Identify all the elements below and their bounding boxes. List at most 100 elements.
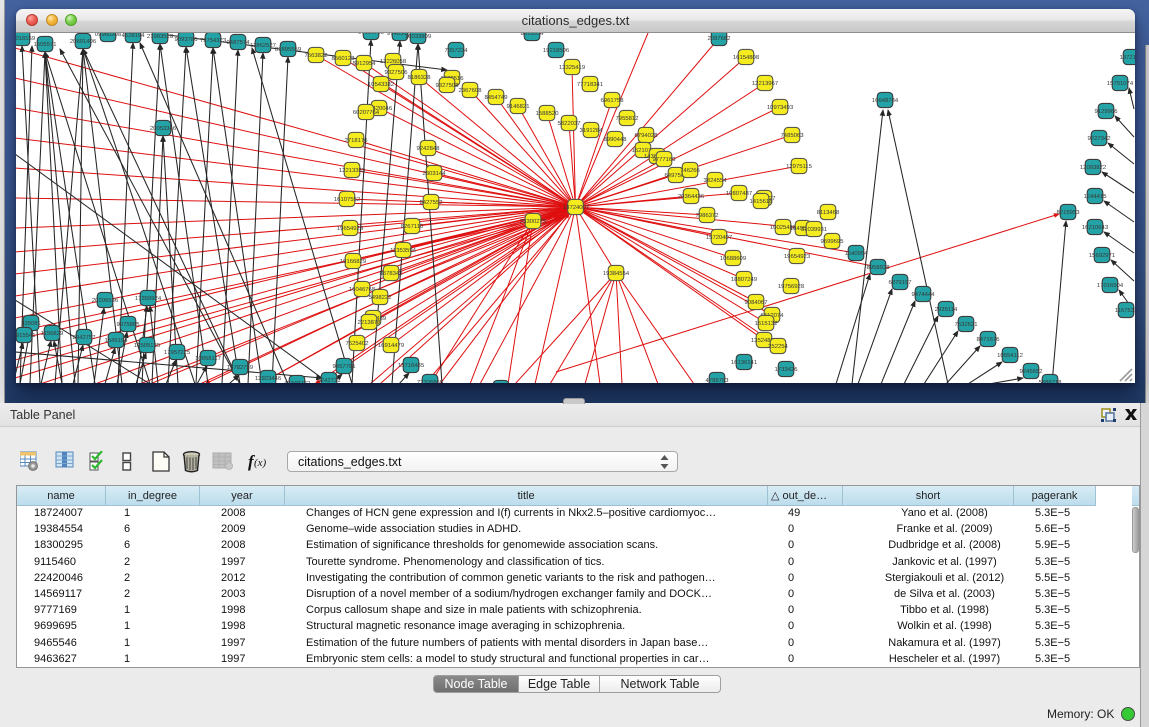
svg-text:5822037: 5822037	[558, 120, 581, 127]
svg-text:8267110: 8267110	[401, 223, 424, 230]
svg-text:8912954: 8912954	[353, 60, 377, 67]
svg-text:2087682: 2087682	[708, 35, 731, 42]
svg-text:19384554: 19384554	[603, 270, 630, 277]
svg-text:1415618: 1415618	[750, 198, 774, 205]
svg-text:335081: 335081	[21, 320, 41, 327]
svg-text:19756928: 19756928	[778, 283, 805, 290]
svg-text:8471676: 8471676	[977, 336, 1001, 343]
svg-text:8990448: 8990448	[604, 136, 628, 143]
svg-text:2942757: 2942757	[73, 334, 96, 341]
svg-text:9084067: 9084067	[745, 299, 768, 306]
svg-text:26018159: 26018159	[16, 35, 35, 42]
svg-text:252254: 252254	[768, 343, 788, 350]
svg-text:16046768: 16046768	[349, 286, 376, 293]
svg-text:9327506: 9327506	[385, 69, 409, 76]
svg-text:20364436: 20364436	[678, 193, 705, 200]
svg-text:1244415: 1244415	[1084, 193, 1108, 200]
svg-text:10958117: 10958117	[195, 355, 221, 362]
svg-text:3824554: 3824554	[704, 177, 728, 184]
svg-text:72326865: 72326865	[417, 379, 444, 383]
svg-text:8215953: 8215953	[1057, 209, 1081, 216]
svg-text:16914479: 16914479	[378, 342, 404, 349]
svg-text:79754323: 79754323	[200, 37, 227, 44]
svg-text:15751074: 15751074	[1107, 80, 1134, 87]
svg-text:20206536: 20206536	[92, 297, 119, 304]
svg-text:60207764: 60207764	[353, 109, 380, 116]
svg-text:20053346: 20053346	[150, 125, 177, 132]
svg-text:8958928: 8958928	[867, 264, 891, 271]
svg-text:2935114: 2935114	[935, 306, 958, 313]
svg-text:9093786: 9093786	[175, 36, 199, 43]
svg-text:1640954: 1640954	[845, 250, 869, 257]
svg-text:1545194: 1545194	[105, 337, 129, 344]
svg-text:7663822: 7663822	[305, 52, 328, 59]
svg-text:12093822: 12093822	[1080, 164, 1106, 171]
svg-text:1588520: 1588520	[536, 110, 560, 117]
svg-text:09960308: 09960308	[95, 33, 122, 38]
svg-text:1167531: 1167531	[1115, 307, 1135, 314]
svg-text:17957225: 17957225	[164, 349, 191, 356]
svg-text:49340722: 49340722	[284, 380, 310, 383]
svg-text:12923446: 12923446	[255, 375, 282, 382]
svg-text:6879197: 6879197	[889, 279, 912, 286]
svg-text:15716485: 15716485	[398, 362, 425, 369]
svg-text:10688609: 10688609	[720, 255, 746, 262]
svg-text:9487574: 9487574	[227, 39, 251, 46]
svg-text:13325419: 13325419	[559, 64, 585, 71]
svg-text:18724007: 18724007	[563, 204, 589, 211]
svg-text:(x): (x)	[254, 457, 267, 469]
svg-text:10807487: 10807487	[726, 190, 752, 197]
svg-text:3191284: 3191284	[580, 127, 604, 134]
svg-text:9227342: 9227342	[1088, 135, 1111, 142]
svg-text:9129966: 9129966	[1095, 108, 1119, 115]
svg-text:1733426: 1733426	[775, 366, 799, 373]
svg-text:8813054: 8813054	[521, 33, 545, 37]
svg-text:3915541: 3915541	[16, 332, 35, 339]
svg-text:77718341: 77718341	[577, 81, 603, 88]
svg-text:1615132: 1615132	[755, 320, 778, 327]
svg-text:10654112: 10654112	[997, 352, 1023, 359]
svg-text:19654923: 19654923	[337, 225, 364, 232]
svg-text:9327508: 9327508	[436, 82, 460, 89]
svg-text:9474444: 9474444	[912, 291, 936, 298]
svg-text:7485063: 7485063	[781, 132, 805, 139]
svg-text:20691406: 20691406	[70, 38, 97, 45]
svg-text:16648784: 16648784	[872, 97, 899, 104]
svg-text:16136141: 16136141	[731, 359, 757, 366]
svg-text:8678342: 8678342	[380, 270, 403, 277]
svg-text:31039931: 31039931	[801, 226, 827, 233]
svg-text:2213878: 2213878	[358, 319, 382, 326]
svg-text:6961758: 6961758	[601, 97, 625, 104]
svg-text:12213967: 12213967	[752, 80, 778, 87]
svg-text:1505571: 1505571	[34, 41, 57, 48]
svg-text:746266: 746266	[680, 167, 700, 174]
svg-text:16033809: 16033809	[405, 33, 431, 40]
svg-text:4788783: 4788783	[706, 377, 730, 383]
svg-text:16782759: 16782759	[227, 364, 253, 371]
svg-text:2718176: 2718176	[345, 137, 369, 144]
svg-text:8454749: 8454749	[485, 94, 508, 101]
svg-text:11353594: 11353594	[390, 247, 416, 254]
svg-text:11862527: 11862527	[250, 42, 276, 49]
svg-text:9699695: 9699695	[821, 238, 845, 245]
svg-text:7357224: 7357224	[445, 47, 469, 54]
svg-text:19654923: 19654923	[784, 253, 811, 260]
svg-text:9975885: 9975885	[117, 321, 141, 328]
svg-text:16107552: 16107552	[334, 196, 360, 203]
svg-text:19218506: 19218506	[543, 47, 570, 54]
svg-text:5888718: 5888718	[1039, 379, 1063, 383]
svg-text:97114710: 97114710	[358, 33, 384, 36]
svg-text:7632621: 7632621	[955, 321, 978, 328]
svg-text:12975115: 12975115	[786, 163, 812, 170]
svg-text:5242731: 5242731	[318, 377, 341, 383]
svg-text:1156829: 1156829	[41, 330, 64, 337]
svg-text:8113468: 8113468	[817, 209, 840, 216]
svg-text:6794028: 6794028	[635, 132, 659, 139]
svg-text:7986372: 7986372	[696, 212, 719, 219]
svg-text:17359924: 17359924	[135, 295, 162, 302]
svg-text:10543382: 10543382	[368, 81, 394, 88]
svg-text:9146821: 9146821	[507, 103, 530, 110]
svg-text:7955812: 7955812	[616, 115, 639, 122]
svg-text:9242848: 9242848	[417, 145, 441, 152]
svg-text:19166829: 19166829	[340, 258, 366, 265]
